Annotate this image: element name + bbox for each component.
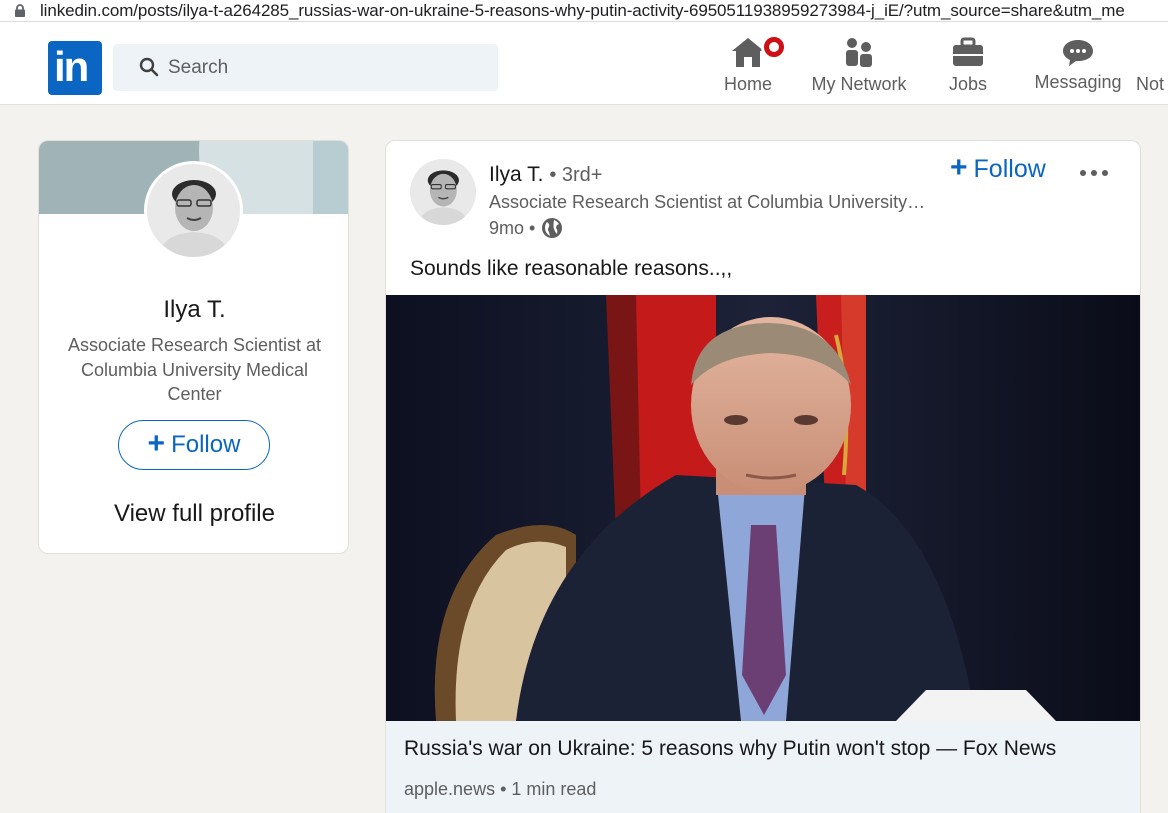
nav-messaging[interactable]: Messaging — [1030, 34, 1126, 100]
post-author-name[interactable]: Ilya T. • 3rd+ — [489, 163, 602, 187]
article-photo — [386, 295, 1140, 721]
address-bar[interactable]: linkedin.com/posts/ilya-t-a264285_russia… — [0, 0, 1168, 22]
post-time: 9mo • — [489, 217, 536, 238]
article-title[interactable]: Russia's war on Ukraine: 5 reasons why P… — [404, 737, 1056, 761]
article-source: apple.news • 1 min read — [404, 779, 597, 799]
nav-jobs-label: Jobs — [948, 74, 988, 94]
avatar[interactable] — [144, 161, 243, 260]
logo-text: in — [54, 43, 89, 90]
plus-icon: + — [147, 426, 166, 460]
more-options-icon[interactable] — [1080, 163, 1116, 183]
search-bar[interactable] — [113, 44, 498, 91]
nav-notifications-label: Not — [1136, 74, 1165, 94]
follow-label: Follow — [171, 431, 241, 458]
nav-notifications[interactable]: Not — [1136, 34, 1168, 100]
linkedin-logo[interactable]: in — [48, 41, 102, 95]
top-nav: in Home My Network — [0, 22, 1168, 105]
post-follow-button[interactable]: + Follow — [950, 151, 1046, 184]
nav-messaging-label: Messaging — [1034, 72, 1122, 92]
profile-headline: Associate Research Scientist at Columbia… — [67, 335, 322, 404]
plus-icon: + — [950, 151, 968, 184]
follow-button[interactable]: + Follow — [118, 420, 270, 470]
article-link-preview[interactable]: Russia's war on Ukraine: 5 reasons why P… — [386, 721, 1140, 813]
nav-home-label: Home — [723, 74, 772, 94]
briefcase-icon — [953, 37, 983, 66]
lock-icon — [15, 4, 25, 17]
post-timestamp: 9mo • — [489, 217, 563, 239]
bell-icon — [1136, 34, 1168, 68]
connection-degree: • 3rd+ — [549, 164, 603, 186]
article-image[interactable] — [386, 295, 1140, 721]
nav-my-network[interactable]: My Network — [804, 34, 914, 100]
messaging-icon — [1063, 40, 1093, 66]
notification-badge — [761, 34, 787, 60]
nav-home[interactable]: Home — [712, 34, 787, 100]
post-follow-label: Follow — [973, 155, 1046, 183]
globe-icon — [542, 218, 563, 238]
search-icon — [139, 57, 159, 77]
profile-name[interactable]: Ilya T. — [39, 296, 348, 324]
post-card: Ilya T. • 3rd+ Associate Research Scient… — [385, 140, 1141, 813]
post-author-headline: Associate Research Scientist at Columbia… — [489, 192, 926, 212]
avatar-photo — [147, 164, 240, 257]
profile-card: Ilya T. Associate Research Scientist at … — [38, 140, 349, 554]
nav-my-network-label: My Network — [811, 74, 907, 94]
network-icon — [846, 38, 872, 67]
home-icon — [732, 38, 764, 67]
author-photo — [410, 159, 476, 225]
view-full-profile-link[interactable]: View full profile — [39, 500, 348, 528]
nav-jobs[interactable]: Jobs — [932, 34, 1004, 100]
post-text: Sounds like reasonable reasons..,, — [410, 257, 733, 280]
search-input[interactable] — [168, 54, 468, 82]
author-name[interactable]: Ilya T. — [489, 163, 543, 186]
post-author-avatar[interactable] — [410, 159, 476, 225]
url-text[interactable]: linkedin.com/posts/ilya-t-a264285_russia… — [40, 1, 1125, 21]
